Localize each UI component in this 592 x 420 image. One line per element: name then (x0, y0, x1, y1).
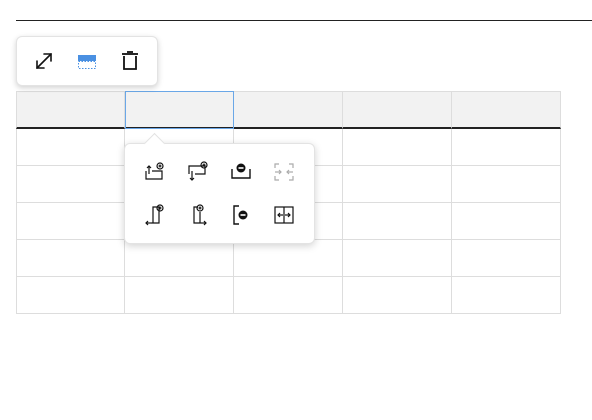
table-cell[interactable] (452, 240, 561, 277)
table-cell[interactable] (452, 203, 561, 240)
table-cell[interactable] (343, 277, 452, 314)
table-cell[interactable] (125, 277, 234, 314)
table-cell[interactable] (16, 240, 125, 277)
table-row (16, 277, 561, 314)
insert-column-right-button[interactable] (181, 198, 215, 232)
table-cell[interactable] (234, 277, 343, 314)
table-cell[interactable] (125, 240, 234, 277)
expand-icon (36, 53, 53, 69)
insert-row-below-button[interactable] (181, 155, 215, 189)
table-cell[interactable] (16, 203, 125, 240)
table-cell[interactable] (343, 203, 452, 240)
delete-row-button[interactable] (224, 155, 258, 189)
insert-row-below-icon (188, 161, 208, 181)
table-cell[interactable] (234, 240, 343, 277)
insert-column-left-button[interactable] (138, 198, 172, 232)
cell-options-popover (124, 132, 315, 244)
delete-row-icon (231, 163, 251, 179)
insert-row-above-icon (145, 162, 164, 180)
delete-column-button[interactable] (224, 198, 258, 232)
table-header-cell[interactable] (343, 91, 452, 129)
delete-table-button[interactable] (113, 44, 147, 78)
insert-column-right-icon (193, 204, 207, 226)
horizontal-rule (16, 20, 592, 21)
table-cell[interactable] (343, 166, 452, 203)
insert-row-above-button[interactable] (138, 155, 172, 189)
table-header-cell-selected[interactable] (125, 91, 234, 129)
delete-column-icon (233, 205, 248, 225)
split-cell-button[interactable] (267, 198, 301, 232)
table-cell[interactable] (16, 166, 125, 203)
table-cell[interactable] (16, 277, 125, 314)
split-cell-icon (274, 206, 294, 224)
table-cell[interactable] (16, 129, 125, 166)
table-toolbar (16, 36, 158, 86)
table-cell[interactable] (452, 277, 561, 314)
table-row (16, 240, 561, 277)
table-cell[interactable] (343, 240, 452, 277)
insert-column-left-icon (144, 204, 164, 226)
table-header-row (16, 91, 561, 129)
table-cell[interactable] (452, 129, 561, 166)
table-cell[interactable] (452, 166, 561, 203)
header-row-icon (77, 55, 96, 69)
toggle-header-row-button[interactable] (70, 44, 104, 78)
expand-table-button[interactable] (27, 44, 61, 78)
table-cell[interactable] (343, 129, 452, 166)
merge-cells-button[interactable] (267, 155, 301, 189)
merge-cells-icon (274, 163, 294, 181)
table-header-cell[interactable] (16, 91, 125, 129)
table-header-cell[interactable] (234, 91, 343, 129)
table-header-cell[interactable] (452, 91, 561, 129)
trash-icon (121, 51, 138, 70)
